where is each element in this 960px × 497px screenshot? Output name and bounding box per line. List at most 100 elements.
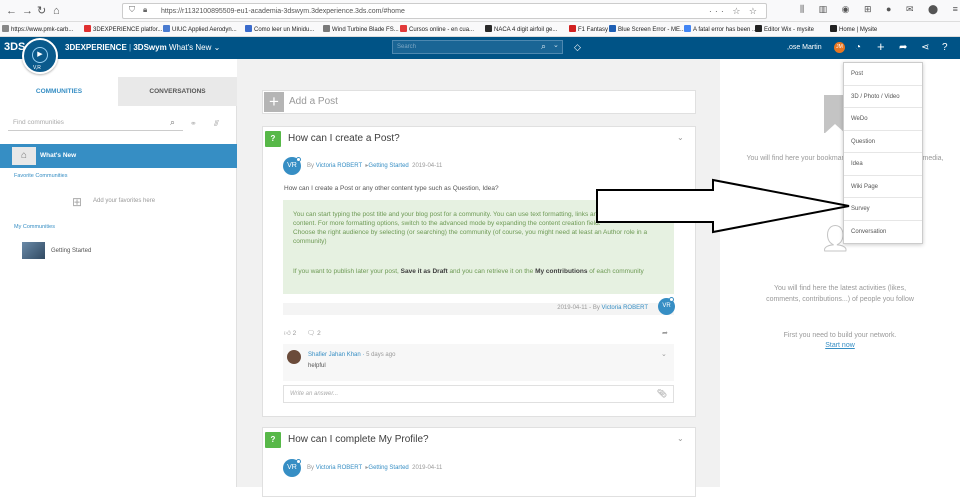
bookmark-item[interactable]: A fatal error has been ... [684,25,757,35]
body-text: If you want to publish later your post, [293,268,401,275]
browser-toolbar-icons[interactable]: ⫼ ▥ ◉ ⊞ ● ✉ ⬤ ≡ [800,4,960,15]
create-menu: Post 3D / Photo / Video WeDo Question Id… [843,62,923,244]
bookmark-item[interactable]: Cursos online - en cua... [400,25,474,35]
plus-icon[interactable]: + [877,40,885,53]
favicon-icon [684,25,691,32]
answer-input[interactable]: Write an answer... 📎︎ [283,385,674,403]
paperclip-icon[interactable]: 📎︎ [657,389,667,398]
add-favorite-icon[interactable]: ⊞ [72,195,82,209]
comment-button[interactable]: 🗨︎ 2 [307,329,321,337]
tab-conversations[interactable]: CONVERSATIONS [118,77,237,106]
footer-author[interactable]: Victoria ROBERT [602,305,648,311]
link-icon[interactable]: ⚭ [190,119,197,128]
post-title[interactable]: How can I complete My Profile? [288,434,429,445]
app-brand[interactable]: 3DEXPERIENCE | 3DSwym What's New ⌄ [65,43,220,52]
start-now-link[interactable]: Start now [760,342,920,349]
menu-item-question[interactable]: Question [844,131,922,153]
url-text[interactable]: https://r1132100895509-eu1-academia-3dsw… [161,6,405,18]
menu-item-wedo[interactable]: WeDo [844,108,922,131]
favicon-icon [163,25,170,32]
home-icon[interactable]: ⌂ [53,4,60,18]
menu-item-survey[interactable]: Survey [844,198,922,221]
bookmark-item[interactable]: F1 Fantasy [569,25,608,35]
question-icon: ? [265,432,281,448]
status-dot [296,157,301,162]
menu-item-wiki-page[interactable]: Wiki Page [844,176,922,198]
bookmark-label: https://www.pmk-carb... [11,27,74,33]
bookmark-item[interactable]: Como leer un Minidu... [245,25,314,35]
bookmark-item[interactable]: https://www.pmk-carb... [2,25,73,35]
help-icon[interactable]: ? [942,41,948,54]
search-icon[interactable]: ⌕ [541,41,546,52]
favicon-icon [830,25,837,32]
network-icon[interactable]: ⋖ [921,41,929,54]
tag-icon[interactable]: ◇ [574,42,581,53]
bookmark-label: Blue Screen Error - ME... [618,27,686,33]
chevron-down-icon[interactable]: ⌄ [553,41,559,49]
avatar[interactable] [287,350,301,364]
chevron-down-icon[interactable]: ⌄ [677,133,684,142]
bookmark-item[interactable]: UIUC Applied Aerodyn... [163,25,237,35]
favicon-icon [755,25,762,32]
favicon-icon [609,25,616,32]
notification-icon[interactable]: ◔ [855,41,861,54]
sidebar-item-getting-started[interactable]: Getting Started [51,248,91,254]
author-link[interactable]: Victoria ROBERT [316,465,362,471]
menu-item-3d-photo-video[interactable]: 3D / Photo / Video [844,86,922,108]
footer-date: 2019-04-11 [557,305,588,311]
search-input[interactable]: Search [392,40,563,54]
menu-item-post[interactable]: Post [844,63,922,86]
post-title[interactable]: How can I create a Post? [288,133,400,144]
community-link[interactable]: Getting Started [368,465,408,471]
question-icon: ? [265,131,281,147]
filter-icon[interactable]: ⫻ [214,119,219,129]
find-communities-input[interactable]: Find communities ⌕ [8,115,183,131]
sidebar-item-label: What's New [40,152,77,159]
reload-icon[interactable]: ↻ [37,4,46,18]
comment-author-name[interactable]: Shafier Jahan Khan [308,352,361,358]
address-bar[interactable]: ⛉ 🔒︎ https://r1132100895509-eu1-academia… [122,3,767,19]
like-button[interactable]: 👍︎ 2 [284,329,296,337]
chevron-down-icon[interactable]: ⌄ [661,350,667,358]
annotation-arrow [596,178,850,234]
author-link[interactable]: Victoria ROBERT [316,163,362,169]
bookmark-item[interactable]: Wind Turbine Blade FS... [323,25,399,35]
activities-empty-text: You will find here the latest activities… [766,285,914,303]
avatar[interactable]: JM [834,42,845,53]
post-intro: How can I create a Post or any other con… [284,185,499,192]
bookmark-item[interactable]: NACA 4 digit airfoil ge... [485,25,557,35]
sidebar-item-whats-new[interactable]: ⌂ What's New [0,144,237,168]
chevron-down-icon[interactable]: ⌄ [677,434,684,443]
bookmark-label: NACA 4 digit airfoil ge... [494,27,558,33]
browser-toolbar: ← → ↻ ⌂ ⛉ 🔒︎ https://r1132100895509-eu1-… [0,0,960,22]
search-icon[interactable]: ⌕ [170,117,175,128]
share-icon[interactable]: ➦ [899,41,907,54]
menu-item-idea[interactable]: Idea [844,153,922,176]
tab-communities[interactable]: COMMUNITIES [0,77,118,106]
page-actions-icons[interactable]: ··· ☆ ☆ [709,4,760,18]
bookmark-label: Cursos online - en cua... [409,27,475,33]
share-icon[interactable]: ➦ [662,329,668,337]
bookmarks-bar: https://www.pmk-carb... 3DEXPERIENCE plat… [0,22,960,37]
sidebar-tabs: COMMUNITIES CONVERSATIONS [0,77,237,106]
shield-icon: ⛉ [129,5,135,14]
menu-item-conversation[interactable]: Conversation [844,221,922,244]
brand-menu[interactable]: What's New [169,43,211,52]
bookmark-item[interactable]: Home | Mysite [830,25,877,35]
user-name[interactable]: ,ose Martin [787,44,822,51]
comment-author[interactable]: Shafier Jahan Khan · 5 days ago [308,352,395,358]
bookmark-item[interactable]: 3DEXPERIENCE platfor... [84,25,162,35]
thumbs-up-icon: 👍︎ [284,330,291,337]
bookmark-item[interactable]: Editor Wix - mysite [755,25,814,35]
community-link[interactable]: Getting Started [368,163,408,169]
add-post-label[interactable]: Add a Post [289,96,338,107]
chevron-down-icon[interactable]: ⌄ [214,43,221,52]
compass-icon[interactable]: ▶ V,R [22,38,58,74]
favicon-icon [84,25,91,32]
back-icon[interactable]: ← [6,4,17,18]
plus-icon[interactable]: + [264,92,284,112]
bookmark-item[interactable]: Blue Screen Error - ME... [609,25,685,35]
forward-icon[interactable]: → [22,4,33,18]
by-label: By [307,163,315,169]
community-thumbnail[interactable] [22,242,45,259]
